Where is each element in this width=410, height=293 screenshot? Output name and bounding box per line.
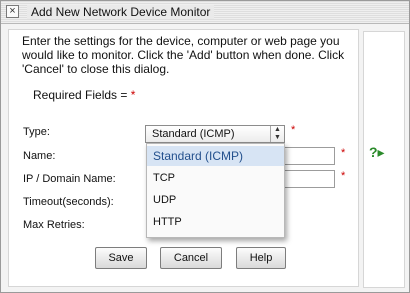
close-icon[interactable]: × <box>6 5 19 18</box>
window-title: Add New Network Device Monitor <box>27 5 215 19</box>
type-select-value: Standard (ICMP) <box>152 128 235 140</box>
title-bar[interactable]: × Add New Network Device Monitor <box>1 1 409 24</box>
max-retries-label: Max Retries: <box>23 219 85 231</box>
name-input[interactable] <box>282 147 335 165</box>
required-fields-label: Required Fields = <box>33 88 128 102</box>
timeout-label: Timeout(seconds): <box>23 196 114 208</box>
form-panel: Enter the settings for the device, compu… <box>8 29 359 287</box>
option-tcp[interactable]: TCP <box>147 168 284 188</box>
ip-domain-label: IP / Domain Name: <box>23 173 116 185</box>
option-udp[interactable]: UDP <box>147 190 284 210</box>
type-dropdown-list: Standard (ICMP) TCP UDP HTTP <box>146 143 285 238</box>
cancel-button[interactable]: Cancel <box>160 247 222 269</box>
help-side-panel: ?▸ <box>363 31 405 288</box>
name-required-star: * <box>341 147 346 159</box>
type-label: Type: <box>23 126 50 138</box>
ip-required-star: * <box>341 170 346 182</box>
select-updown-icon: ▲ ▼ <box>270 126 284 142</box>
option-http[interactable]: HTTP <box>147 212 284 232</box>
ip-domain-input[interactable] <box>282 170 335 188</box>
instructions-text: Enter the settings for the device, compu… <box>22 34 345 76</box>
option-standard-icmp[interactable]: Standard (ICMP) <box>147 146 284 166</box>
help-button[interactable]: Help <box>236 247 286 269</box>
type-required-star: * <box>291 124 296 136</box>
required-fields-legend: Required Fields = * <box>33 88 135 102</box>
required-star: * <box>130 88 136 102</box>
type-select[interactable]: Standard (ICMP) ▲ ▼ <box>145 125 285 143</box>
name-label: Name: <box>23 150 56 162</box>
save-button[interactable]: Save <box>95 247 147 269</box>
help-expand-icon[interactable]: ?▸ <box>369 144 385 161</box>
dialog-window: × Add New Network Device Monitor Enter t… <box>0 0 410 293</box>
